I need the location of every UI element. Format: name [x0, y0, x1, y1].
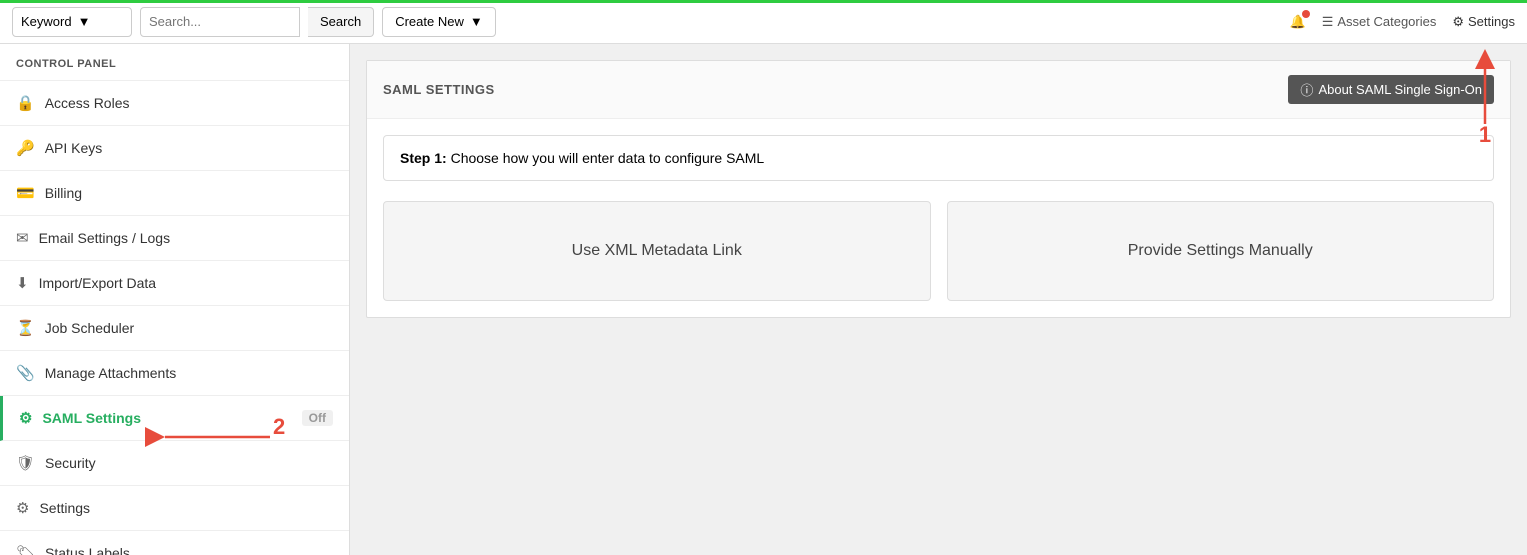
- panel-header: SAML SETTINGS ⓘ About SAML Single Sign-O…: [367, 61, 1510, 119]
- topbar: Keyword ▼ Search Create New ▼ 🔔 ☰ Asset …: [0, 0, 1527, 44]
- sidebar: CONTROL PANEL 🔒 Access Roles 🔑 API Keys …: [0, 44, 350, 555]
- about-saml-button[interactable]: ⓘ About SAML Single Sign-On: [1288, 75, 1494, 104]
- sidebar-item-label: Import/Export Data: [39, 275, 157, 291]
- about-btn-label: About SAML Single Sign-On: [1318, 82, 1482, 97]
- xml-metadata-label: Use XML Metadata Link: [572, 242, 742, 259]
- sidebar-header: CONTROL PANEL: [0, 44, 349, 81]
- info-icon: ⓘ: [1300, 80, 1313, 99]
- sidebar-item-security[interactable]: 🛡 Security: [0, 441, 349, 486]
- settings-label: Settings: [1468, 14, 1515, 29]
- asset-categories-label: Asset Categories: [1337, 14, 1436, 29]
- green-accent-bar: [0, 0, 1527, 3]
- sidebar-item-manage-attachments[interactable]: 📎 Manage Attachments: [0, 351, 349, 396]
- sidebar-item-label: Job Scheduler: [45, 320, 135, 336]
- sidebar-item-label: API Keys: [45, 140, 103, 156]
- lock-icon: 🔒: [16, 94, 35, 112]
- sidebar-item-email-settings[interactable]: ✉ Email Settings / Logs: [0, 216, 349, 261]
- step-text: Choose how you will enter data to config…: [451, 150, 765, 166]
- sidebar-item-label: Access Roles: [45, 95, 130, 111]
- sidebar-item-import-export[interactable]: ⬇ Import/Export Data: [0, 261, 349, 306]
- keyword-dropdown[interactable]: Keyword ▼: [12, 7, 132, 37]
- chevron-down-icon: ▼: [470, 14, 483, 29]
- layout: CONTROL PANEL 🔒 Access Roles 🔑 API Keys …: [0, 44, 1527, 555]
- notification-bell[interactable]: 🔔: [1290, 14, 1306, 30]
- download-icon: ⬇: [16, 274, 29, 292]
- create-new-button[interactable]: Create New ▼: [382, 7, 496, 37]
- sidebar-item-label: Status Labels: [45, 545, 130, 555]
- manual-settings-option[interactable]: Provide Settings Manually: [947, 201, 1495, 301]
- topbar-right: 🔔 ☰ Asset Categories ⚙ Settings: [1290, 14, 1515, 30]
- keyword-label: Keyword: [21, 14, 72, 29]
- sidebar-item-label: Email Settings / Logs: [39, 230, 171, 246]
- sidebar-item-label: Billing: [45, 185, 82, 201]
- panel-body: Step 1: Choose how you will enter data t…: [367, 119, 1510, 317]
- chevron-down-icon: ▼: [78, 14, 91, 29]
- gear-icon: ⚙: [1452, 14, 1464, 30]
- tag-icon: 🏷: [16, 544, 35, 555]
- notification-badge: [1302, 10, 1310, 18]
- step-instruction: Step 1: Choose how you will enter data t…: [383, 135, 1494, 181]
- settings-link[interactable]: ⚙ Settings: [1452, 14, 1515, 30]
- paperclip-icon: 📎: [16, 364, 35, 382]
- sidebar-item-access-roles[interactable]: 🔒 Access Roles: [0, 81, 349, 126]
- sidebar-item-billing[interactable]: 💳 Billing: [0, 171, 349, 216]
- sidebar-item-label: Manage Attachments: [45, 365, 177, 381]
- list-icon: ☰: [1322, 14, 1334, 30]
- credit-card-icon: 💳: [16, 184, 35, 202]
- sidebar-item-job-scheduler[interactable]: ⏳ Job Scheduler: [0, 306, 349, 351]
- xml-metadata-option[interactable]: Use XML Metadata Link: [383, 201, 931, 301]
- saml-gear-icon: ⚙: [19, 409, 32, 427]
- clock-icon: ⏳: [16, 319, 35, 337]
- shield-icon: 🛡: [16, 454, 35, 472]
- sidebar-item-label: Settings: [39, 500, 90, 516]
- saml-status-badge: Off: [302, 410, 333, 426]
- search-button[interactable]: Search: [308, 7, 374, 37]
- sidebar-item-label: SAML Settings: [42, 410, 141, 426]
- asset-categories-link[interactable]: ☰ Asset Categories: [1322, 14, 1437, 30]
- sidebar-item-label: Security: [45, 455, 96, 471]
- create-new-label: Create New: [395, 14, 464, 29]
- manual-settings-label: Provide Settings Manually: [1128, 242, 1313, 259]
- sidebar-item-saml-settings[interactable]: ⚙ SAML Settings Off: [0, 396, 349, 441]
- envelope-icon: ✉: [16, 229, 29, 247]
- sidebar-item-api-keys[interactable]: 🔑 API Keys: [0, 126, 349, 171]
- key-icon: 🔑: [16, 139, 35, 157]
- search-input[interactable]: [140, 7, 300, 37]
- settings-gear-icon: ⚙: [16, 499, 29, 517]
- options-row: Use XML Metadata Link Provide Settings M…: [383, 201, 1494, 301]
- panel-title: SAML SETTINGS: [383, 82, 495, 97]
- sidebar-item-settings[interactable]: ⚙ Settings: [0, 486, 349, 531]
- sidebar-item-status-labels[interactable]: 🏷 Status Labels: [0, 531, 349, 555]
- main-content: SAML SETTINGS ⓘ About SAML Single Sign-O…: [350, 44, 1527, 555]
- step-label: Step 1:: [400, 150, 447, 166]
- saml-panel: SAML SETTINGS ⓘ About SAML Single Sign-O…: [366, 60, 1511, 318]
